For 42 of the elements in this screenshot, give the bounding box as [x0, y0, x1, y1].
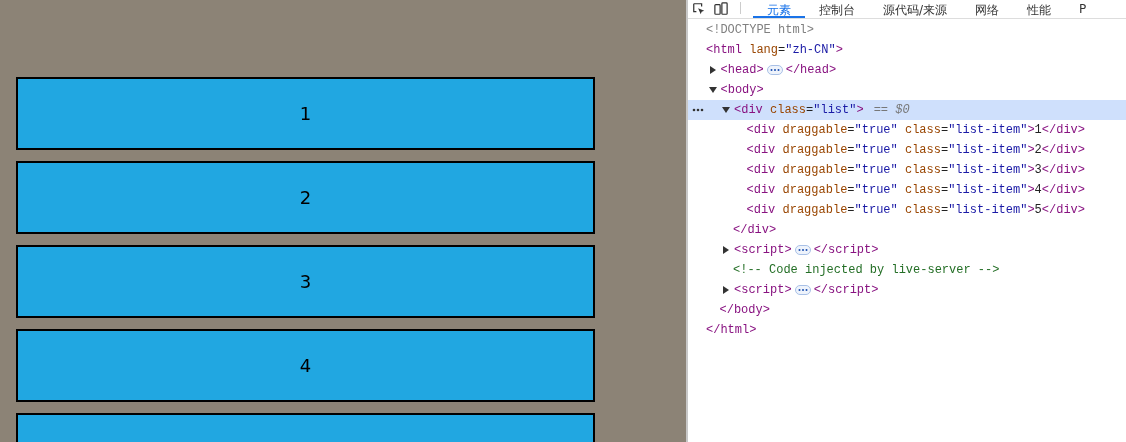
code-line: <script>: [734, 243, 792, 257]
code-line: <div draggable="true" class="list-item">4</div>: [746, 183, 1085, 197]
caret-icon[interactable]: [708, 66, 717, 74]
code-line: </script>: [813, 243, 879, 257]
code-line: <html lang="zh-CN">: [706, 43, 843, 57]
code-line: </html>: [706, 323, 757, 337]
caret-icon[interactable]: [722, 246, 730, 254]
devtools-tab[interactable]: 性能: [1013, 0, 1066, 18]
code-line: <script>: [734, 283, 792, 297]
list-item[interactable]: 4: [16, 329, 595, 402]
devtools-tab[interactable]: P: [1065, 0, 1101, 18]
devtools-tab[interactable]: 控制台: [805, 0, 869, 18]
caret-icon[interactable]: [708, 86, 717, 94]
code-line: <div draggable="true" class="list-item">2</div>: [746, 143, 1085, 157]
code-line: </head>: [785, 63, 837, 77]
inspect-icon[interactable]: [692, 2, 706, 16]
selected-row[interactable]: <div class="list"> == $0: [688, 100, 1126, 120]
list-item[interactable]: 3: [16, 245, 595, 318]
more-icon[interactable]: [692, 108, 704, 112]
list-item[interactable]: 2: [16, 161, 595, 234]
selected-node-note: == $0: [873, 103, 910, 117]
device-icon[interactable]: [714, 2, 728, 16]
ellipsis-icon[interactable]: [794, 285, 811, 295]
code-line: <head>: [720, 63, 764, 77]
code-line: <!DOCTYPE html>: [706, 23, 815, 37]
code-line: <div draggable="true" class="list-item">1</div>: [746, 123, 1085, 137]
code-line: </div>: [733, 223, 777, 237]
caret-icon[interactable]: [722, 286, 730, 294]
ellipsis-icon[interactable]: [794, 245, 811, 255]
list-item[interactable]: 1: [16, 77, 595, 150]
code-line: <!-- Code injected by live-server -->: [733, 263, 1000, 277]
code-line: </script>: [813, 283, 879, 297]
ellipsis-icon[interactable]: [766, 65, 783, 75]
devtools-tab[interactable]: 网络: [961, 0, 1014, 18]
code-line: <div draggable="true" class="list-item">3</div>: [746, 163, 1085, 177]
code-line: <body>: [720, 83, 764, 97]
code-line: </body>: [719, 303, 770, 317]
code-line: <div draggable="true" class="list-item">5</div>: [746, 203, 1085, 217]
devtools-tab[interactable]: 源代码/来源: [869, 0, 962, 18]
devtools-tab[interactable]: 元素: [753, 0, 805, 18]
code-line: <div class="list">: [734, 103, 864, 117]
caret-icon[interactable]: [722, 106, 730, 114]
